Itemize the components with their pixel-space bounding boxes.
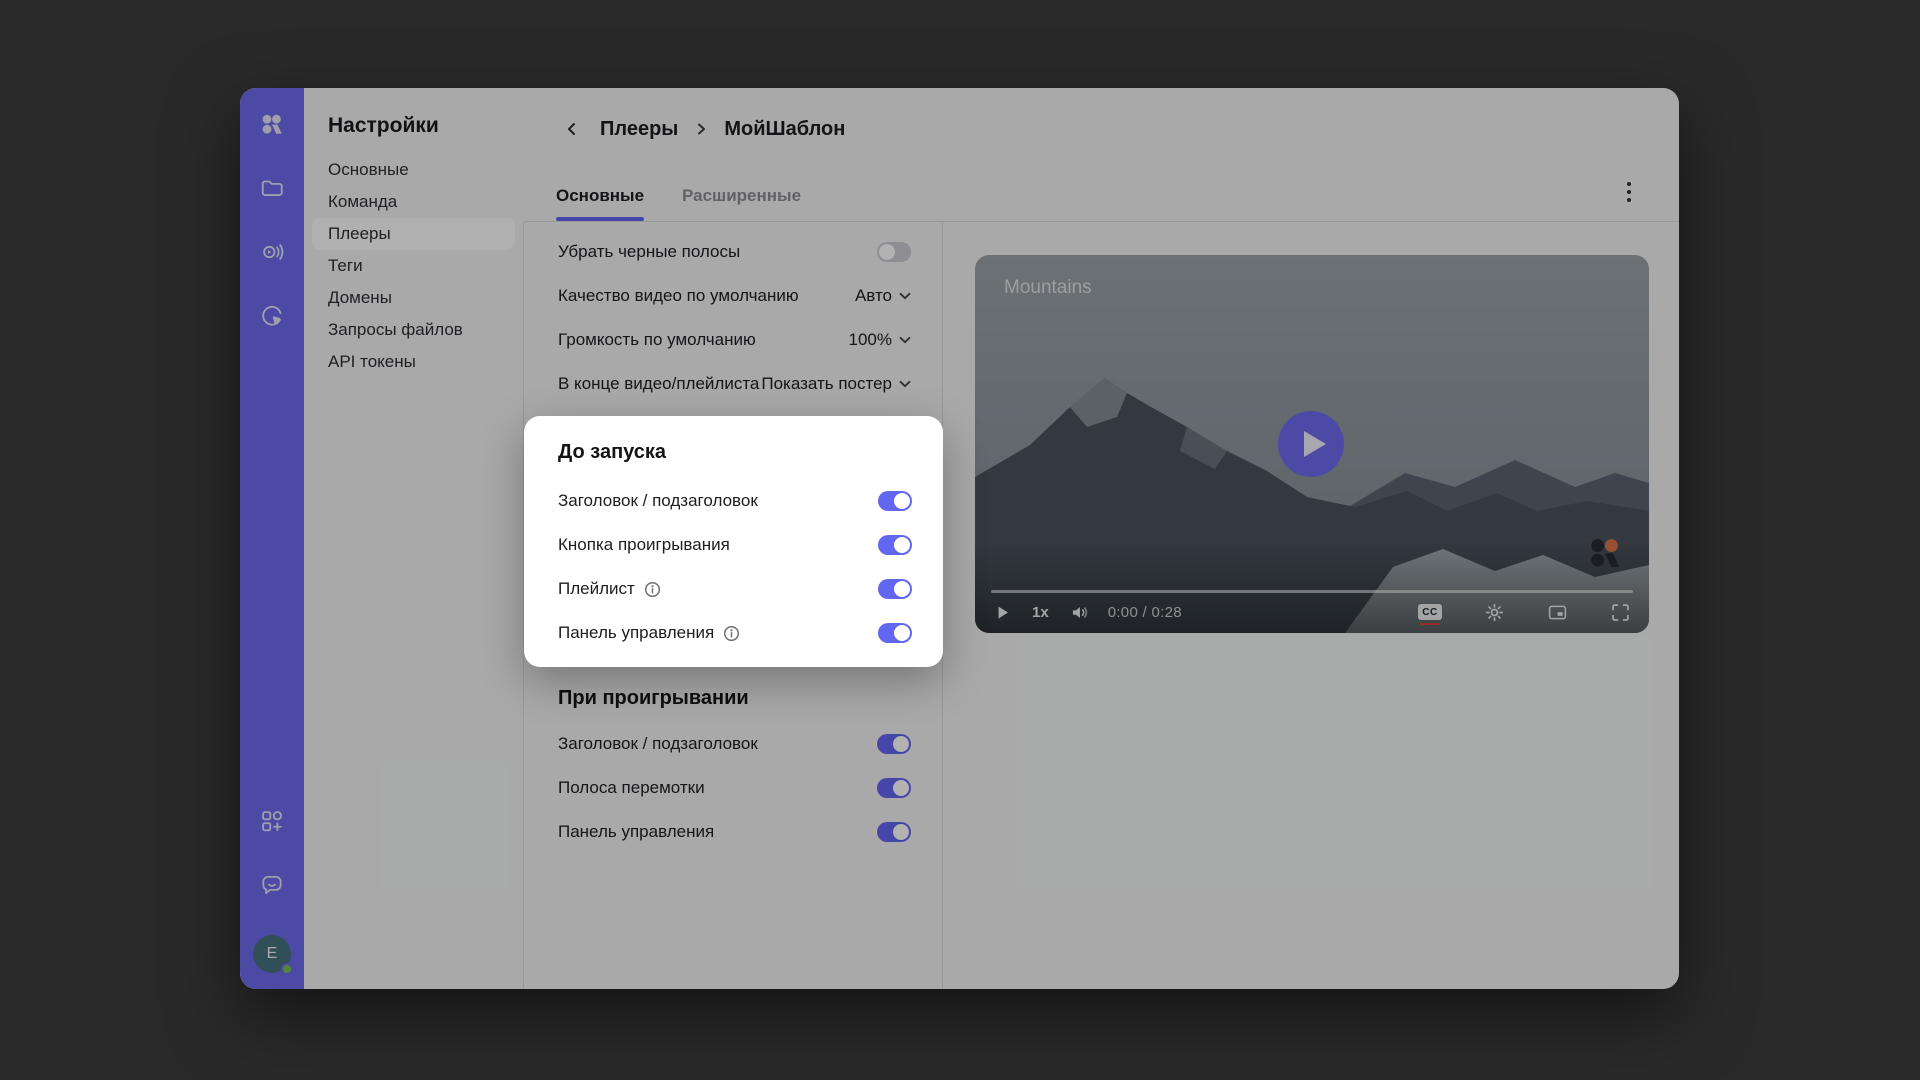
setting-label: Панель управления xyxy=(558,623,714,643)
setting-label: Кнопка проигрывания xyxy=(558,535,730,555)
card-row-title-subtitle: Заголовок / подзаголовок xyxy=(558,479,912,523)
play-button-toggle[interactable] xyxy=(878,535,912,555)
title-subtitle-toggle[interactable] xyxy=(878,491,912,511)
card-row-playlist: Плейлист xyxy=(558,567,912,611)
setting-label: Плейлист xyxy=(558,579,635,599)
info-icon[interactable] xyxy=(644,581,661,598)
card-row-control-panel: Панель управления xyxy=(558,611,912,655)
before-launch-card: До запуска Заголовок / подзаголовок Кноп… xyxy=(524,416,943,667)
info-icon[interactable] xyxy=(723,625,740,642)
app-window: E Настройки Основные Команда Плееры Теги… xyxy=(240,88,1679,989)
control-panel-toggle[interactable] xyxy=(878,623,912,643)
card-title: До запуска xyxy=(558,441,912,464)
playlist-toggle[interactable] xyxy=(878,579,912,599)
setting-label: Заголовок / подзаголовок xyxy=(558,491,758,511)
dim-overlay xyxy=(240,88,1679,989)
card-row-play-button: Кнопка проигрывания xyxy=(558,523,912,567)
